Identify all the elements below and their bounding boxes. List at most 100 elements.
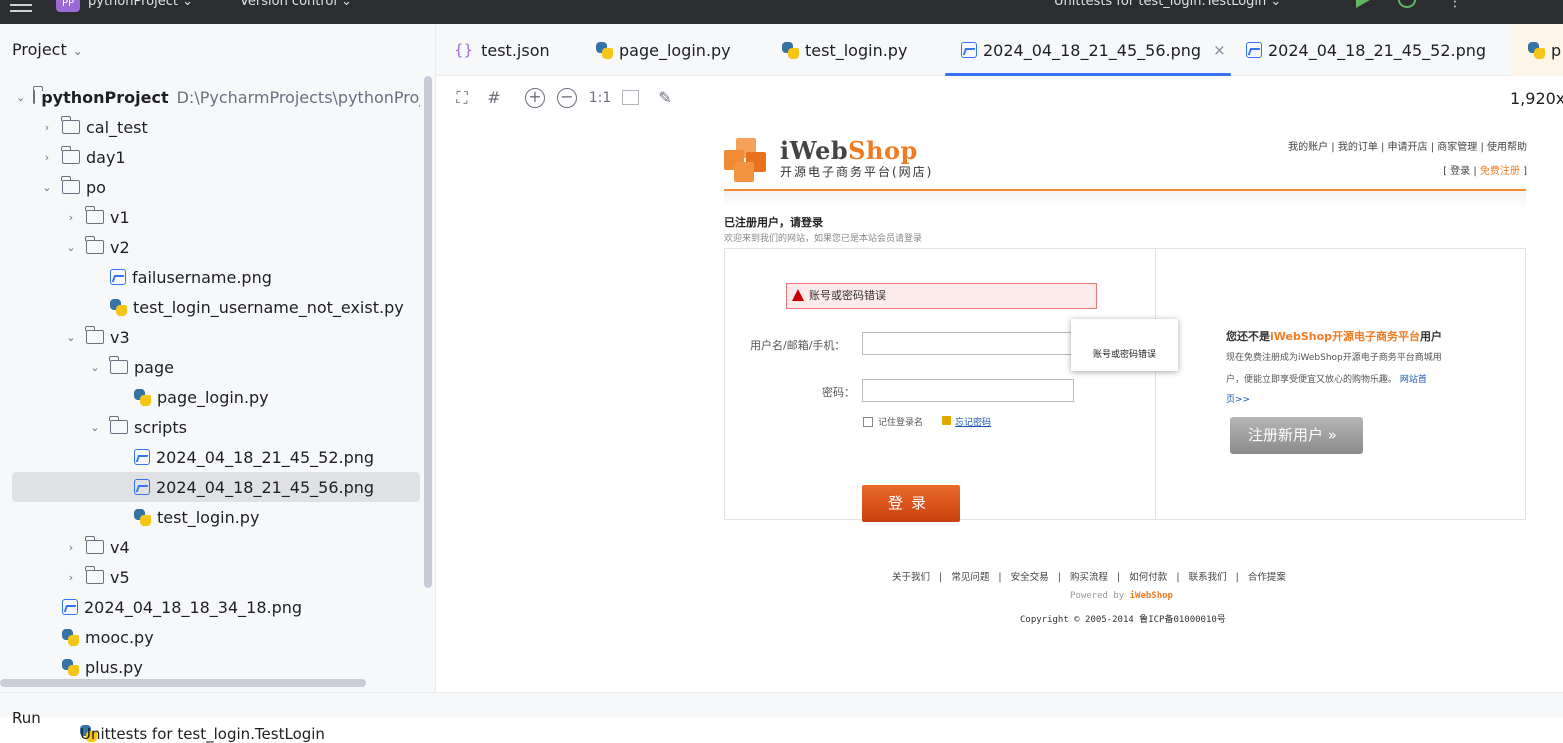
image-toolbar: ⛶ # + − 1:1 ✎ 1,920x: [436, 76, 1563, 120]
chevron-right-icon[interactable]: ›: [64, 211, 78, 224]
tree-item[interactable]: test_login.py: [12, 502, 420, 532]
python-icon: [596, 41, 613, 59]
chevron-down-icon: ⌄: [182, 0, 193, 9]
actual-size-button[interactable]: 1:1: [588, 88, 612, 108]
right-panel-title: 您还不是iWebShop开源电子商务平台用户: [1226, 330, 1443, 343]
section-title: 已注册用户，请登录: [724, 216, 823, 229]
remember-checkbox: [863, 417, 873, 427]
tree-item[interactable]: › day1: [12, 142, 420, 172]
tree-item[interactable]: ⌄ scripts: [12, 412, 420, 442]
zoom-out-icon[interactable]: −: [557, 88, 577, 108]
folder-icon: [85, 326, 104, 344]
chevron-down-icon: ⌄: [72, 44, 83, 58]
chevron-down-icon: ⌄: [341, 0, 353, 9]
image-icon: [961, 42, 977, 58]
chevron-down-icon[interactable]: ⌄: [16, 91, 25, 104]
tree-item[interactable]: › cal_test: [12, 112, 420, 142]
warning-icon: [792, 289, 804, 301]
chevron-right-icon[interactable]: ›: [40, 121, 54, 134]
tree-item[interactable]: › v4: [12, 532, 420, 562]
horizontal-scrollbar[interactable]: [0, 679, 366, 687]
project-panel-title[interactable]: Project ⌄: [12, 40, 83, 59]
login-button-preview: 登录: [862, 485, 960, 522]
tree-item-label: v1: [110, 207, 130, 227]
bottom-tool-bar: Run Unittests for test_login.TestLogin: [0, 692, 1563, 743]
close-icon[interactable]: ×: [1213, 41, 1226, 59]
python-icon: [62, 628, 79, 646]
project-badge[interactable]: PP: [56, 0, 80, 12]
tree-item-label: v4: [110, 537, 130, 557]
fit-zoom-icon[interactable]: ⛶: [452, 88, 472, 108]
tree-item[interactable]: failusername.png: [12, 262, 420, 292]
login-box-divider: [1155, 248, 1156, 520]
tree-item-label: v3: [110, 327, 130, 347]
tree-item-label: 2024_04_18_18_34_18.png: [84, 597, 303, 617]
tree-item-label: v5: [110, 567, 130, 587]
lock-icon: [942, 416, 951, 425]
python-icon: [134, 508, 151, 526]
tree-item[interactable]: 2024_04_18_21_45_56.png: [12, 472, 420, 502]
tree-item[interactable]: ⌄ page: [12, 352, 420, 382]
powered-by: Powered by iWebShop: [1070, 591, 1173, 601]
tree-item[interactable]: page_login.py: [12, 382, 420, 412]
tree-item[interactable]: 2024_04_18_21_45_52.png: [12, 442, 420, 472]
more-actions-icon[interactable]: ⋮: [1448, 0, 1462, 10]
debug-icon[interactable]: [1398, 0, 1416, 8]
grid-icon[interactable]: #: [484, 88, 504, 108]
run-config-selector[interactable]: Unittests for test_login.TestLogin ⌄: [1054, 0, 1281, 9]
chevron-down-icon[interactable]: ⌄: [64, 241, 78, 254]
chevron-down-icon[interactable]: ⌄: [88, 421, 102, 434]
tree-item[interactable]: ⌄ po: [12, 172, 420, 202]
run-icon[interactable]: [1356, 0, 1370, 8]
tree-item[interactable]: › v1: [12, 202, 420, 232]
chevron-right-icon[interactable]: ›: [64, 541, 78, 554]
folder-icon: [85, 236, 104, 254]
right-panel-line1: 现在免费注册成为iWebShop开源电子商务平台商城用: [1226, 353, 1442, 363]
tab-test-json[interactable]: {} test.json: [454, 24, 550, 76]
tab-image-52[interactable]: 2024_04_18_21_45_52.png: [1246, 24, 1486, 76]
password-label: 密码：: [822, 386, 855, 399]
vertical-scrollbar[interactable]: [424, 76, 432, 588]
tree-item[interactable]: test_login_username_not_exist.py: [12, 292, 420, 322]
tree-item-label: v2: [110, 237, 130, 257]
image-size-info: 1,920x: [1510, 89, 1563, 108]
main-menu-icon[interactable]: [10, 0, 32, 12]
project-switcher[interactable]: pythonProject ⌄: [88, 0, 193, 9]
tree-item[interactable]: ⌄ v3: [12, 322, 420, 352]
logo-subtitle: 开源电子商务平台(网店): [780, 165, 934, 179]
image-preview: iWebShop 开源电子商务平台(网店) 我的账户 | 我的订单 | 申请开店…: [720, 120, 1563, 640]
tab-overflow[interactable]: p: [1512, 24, 1563, 76]
username-label: 用户名/邮箱/手机：: [750, 339, 846, 352]
vcs-menu[interactable]: Version control ⌄: [240, 0, 352, 9]
right-panel-line2: 户，便能立即享受便宜又放心的购物乐趣。 网站首: [1226, 375, 1427, 385]
tab-test-login[interactable]: test_login.py: [782, 24, 907, 76]
tree-item-label: scripts: [134, 417, 187, 437]
tree-item-label: 2024_04_18_21_45_56.png: [156, 477, 375, 497]
error-message: 账号或密码错误: [786, 283, 1097, 309]
tab-image-56[interactable]: 2024_04_18_21_45_56.png ×: [945, 24, 1231, 76]
folder-icon: [85, 206, 104, 224]
login-register-links: [ 登录 | 免费注册 ]: [1443, 166, 1527, 177]
tree-item[interactable]: mooc.py: [12, 622, 420, 652]
error-tooltip: 账号或密码错误: [1071, 319, 1178, 371]
tab-page-login[interactable]: page_login.py: [596, 24, 731, 76]
chevron-down-icon[interactable]: ⌄: [40, 181, 54, 194]
tree-item[interactable]: plus.py: [12, 652, 420, 682]
zoom-in-icon[interactable]: +: [525, 88, 545, 108]
tree-item-label: test_login.py: [157, 507, 260, 527]
tree-item[interactable]: ⌄ v2: [12, 232, 420, 262]
image-icon: [62, 599, 78, 615]
tree-item[interactable]: › v5: [12, 562, 420, 592]
fit-window-icon[interactable]: [622, 90, 639, 105]
tree-item-label: cal_test: [86, 117, 148, 137]
chevron-down-icon[interactable]: ⌄: [64, 331, 78, 344]
run-tool-label[interactable]: Run: [12, 709, 41, 727]
folder-icon: [109, 356, 128, 374]
register-link: 免费注册: [1479, 166, 1520, 177]
chevron-down-icon[interactable]: ⌄: [88, 361, 102, 374]
color-picker-icon[interactable]: ✎: [655, 88, 675, 108]
tree-item[interactable]: ⌄ pythonProject D:\PycharmProjects\pythonP…: [12, 82, 420, 112]
tree-item[interactable]: 2024_04_18_18_34_18.png: [12, 592, 420, 622]
chevron-right-icon[interactable]: ›: [64, 571, 78, 584]
chevron-right-icon[interactable]: ›: [40, 151, 54, 164]
